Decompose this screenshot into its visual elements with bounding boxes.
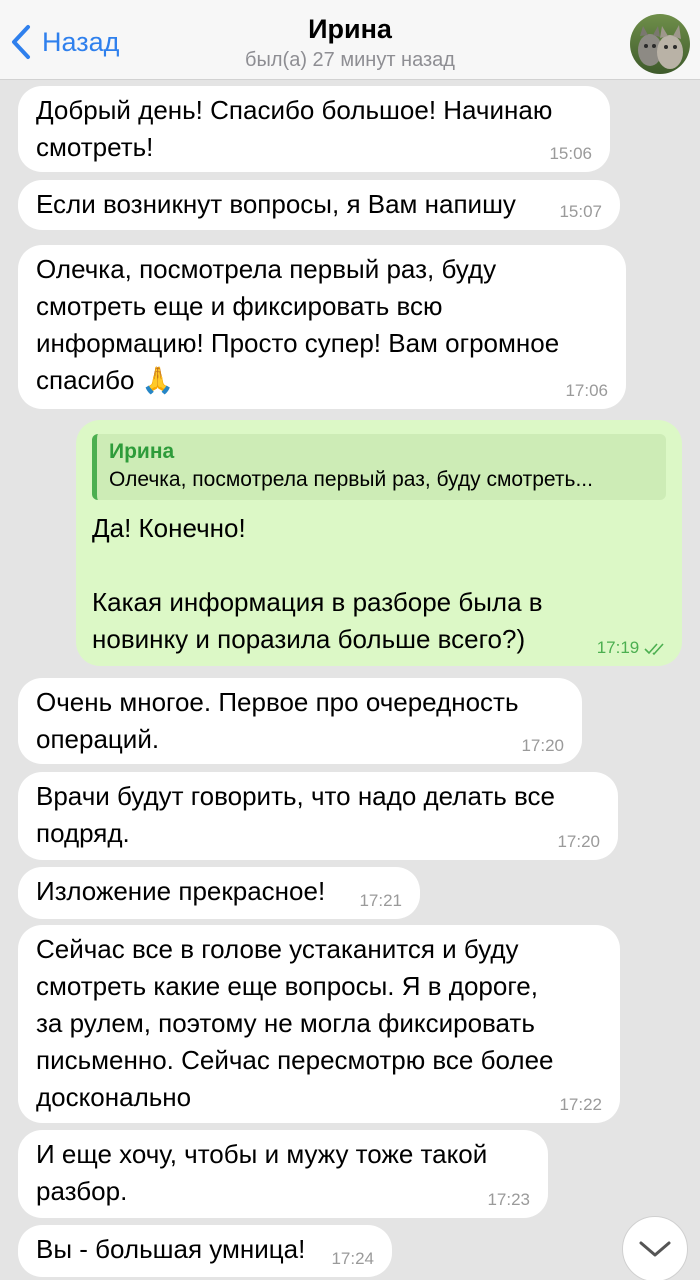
message-line: операций. xyxy=(36,724,160,754)
message-bubble[interactable]: Олечка, посмотрела первый раз, буду смот… xyxy=(18,245,626,409)
message-line: И еще хочу, чтобы и мужу тоже такой xyxy=(36,1139,488,1169)
message-line: Олечка, посмотрела первый раз, буду xyxy=(36,254,497,284)
message-line: Очень многое. Первое про очередность xyxy=(36,687,519,717)
message-time: 15:07 xyxy=(559,202,602,221)
message-line: Вы - большая умница! xyxy=(36,1234,306,1264)
avatar[interactable] xyxy=(630,14,690,74)
message-line: за рулем, поэтому не могла фиксировать xyxy=(36,1008,535,1038)
message-line: спасибо 🙏 xyxy=(36,365,175,395)
message-line: информацию! Просто супер! Вам огромное xyxy=(36,328,560,358)
message-line: Какая информация в разборе была в xyxy=(92,587,543,617)
chevron-left-icon xyxy=(12,25,30,59)
message-line: Если возникнут вопросы, я Вам напишу xyxy=(36,189,516,219)
message-line: Да! Конечно! xyxy=(92,513,246,543)
cat-avatar-icon xyxy=(630,14,690,74)
message-line: подряд. xyxy=(36,818,130,848)
message-bubble[interactable]: И еще хочу, чтобы и мужу тоже такой разб… xyxy=(18,1130,548,1218)
message-line: письменно. Сейчас пересмотрю все более xyxy=(36,1045,554,1075)
message-bubble[interactable]: Сейчас все в голове устаканится и буду с… xyxy=(18,925,620,1123)
chat-header: Назад Ирина был(а) 27 минут назад xyxy=(0,0,700,80)
scroll-to-bottom-button[interactable] xyxy=(622,1216,688,1280)
message-bubble[interactable]: Врачи будут говорить, что надо делать вс… xyxy=(18,772,618,860)
back-button[interactable]: Назад xyxy=(10,22,119,62)
message-time-text: 17:19 xyxy=(596,638,640,657)
message-line: смотреть еще и фиксировать всю xyxy=(36,291,443,321)
message-time: 17:23 xyxy=(487,1190,530,1209)
message-time: 17:06 xyxy=(565,381,608,400)
message-time: 17:20 xyxy=(521,736,564,755)
outgoing-message-bubble[interactable]: Ирина Олечка, посмотрела первый раз, буд… xyxy=(76,420,682,666)
message-time: 17:20 xyxy=(557,832,600,851)
message-line: досконально xyxy=(36,1082,192,1112)
message-line: Добрый день! Спасибо большое! Начинаю xyxy=(36,95,553,125)
message-bubble[interactable]: Вы - большая умница! 17:24 xyxy=(18,1225,392,1277)
back-label: Назад xyxy=(42,26,120,57)
message-line: Сейчас все в голове устаканится и буду xyxy=(36,934,519,964)
message-time: 15:06 xyxy=(549,144,592,163)
message-line: разбор. xyxy=(36,1176,128,1206)
double-check-icon xyxy=(644,642,664,655)
reply-text: Олечка, посмотрела первый раз, буду смот… xyxy=(109,468,593,491)
message-line: смотреть! xyxy=(36,132,154,162)
message-time: 17:24 xyxy=(331,1249,374,1268)
message-list[interactable]: Добрый день! Спасибо большое! Начинаю см… xyxy=(0,80,700,1280)
message-bubble[interactable]: Очень многое. Первое про очередность опе… xyxy=(18,678,582,764)
last-seen-status: был(а) 27 минут назад xyxy=(245,49,455,71)
contact-name: Ирина xyxy=(308,14,392,44)
reply-quote[interactable]: Ирина Олечка, посмотрела первый раз, буд… xyxy=(92,434,666,500)
message-line: Изложение прекрасное! xyxy=(36,876,326,906)
reply-author: Ирина xyxy=(109,440,175,463)
message-time: 17:21 xyxy=(359,891,402,910)
message-bubble[interactable]: Добрый день! Спасибо большое! Начинаю см… xyxy=(18,86,610,172)
message-time: 17:22 xyxy=(559,1095,602,1114)
message-line: смотреть какие еще вопросы. Я в дороге, xyxy=(36,971,538,1001)
message-line: новинку и поразила больше всего?) xyxy=(92,624,526,654)
chevron-down-icon xyxy=(639,1241,671,1257)
message-time: 17:19 xyxy=(597,638,668,658)
message-line: Врачи будут говорить, что надо делать вс… xyxy=(36,781,555,811)
message-bubble[interactable]: Изложение прекрасное! 17:21 xyxy=(18,867,420,919)
message-line xyxy=(92,547,666,584)
message-bubble[interactable]: Если возникнут вопросы, я Вам напишу 15:… xyxy=(18,180,620,230)
chat-title-area[interactable]: Ирина был(а) 27 минут назад xyxy=(150,14,550,72)
